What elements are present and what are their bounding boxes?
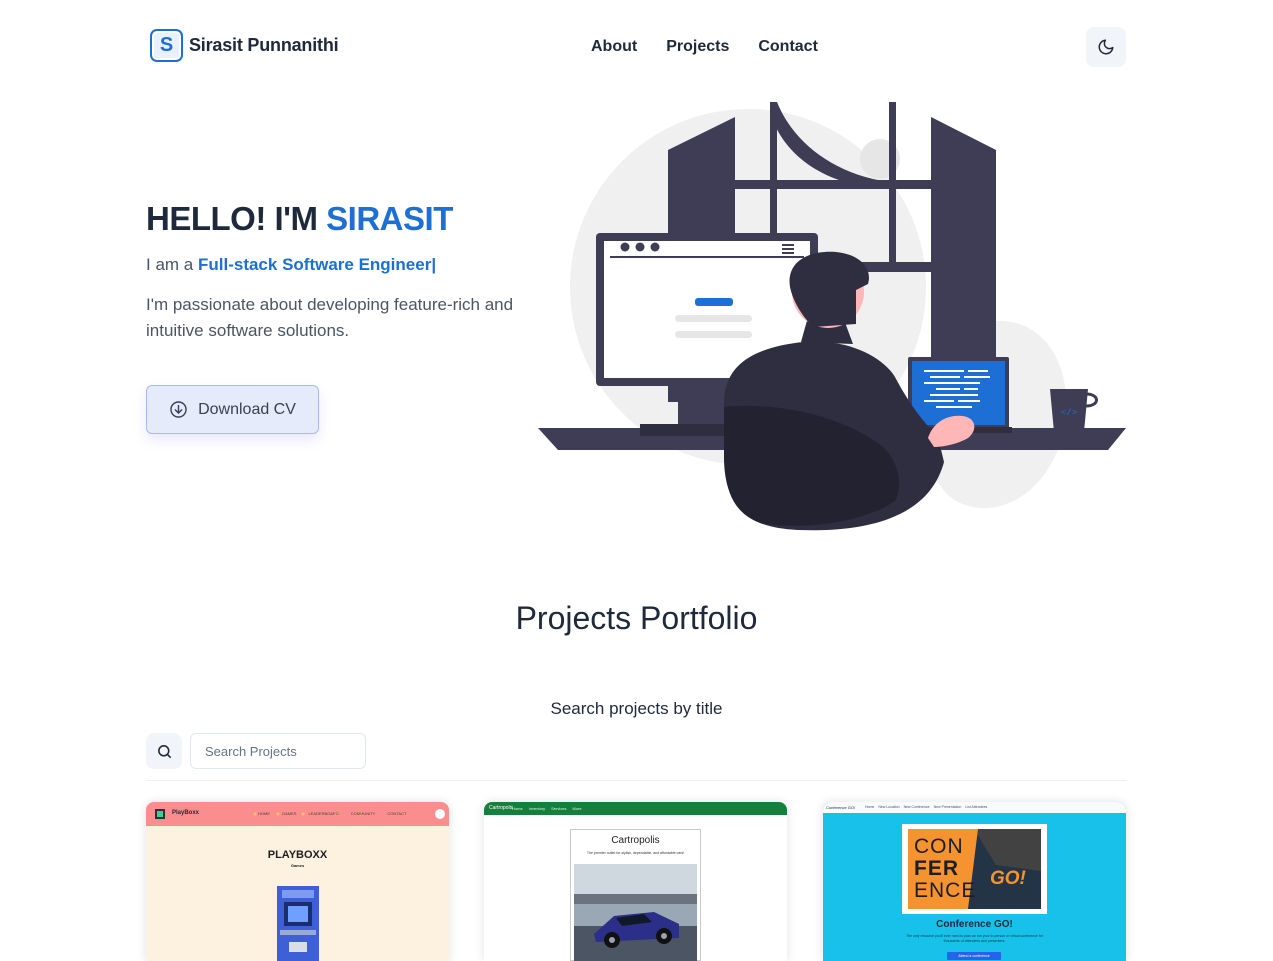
brand[interactable]: S Sirasit Punnanithi bbox=[150, 29, 339, 62]
search-icon bbox=[157, 744, 171, 758]
preview-nav-item: HOME bbox=[258, 811, 270, 816]
logo-line: CON bbox=[914, 835, 964, 858]
project-card-playboxx[interactable]: PlayBoxx HOME GAMES LEADERBOARD COMMUNIT… bbox=[146, 802, 449, 961]
logo-line: FER bbox=[914, 857, 959, 880]
hero-role-text: Full-stack Software Engineer| bbox=[197, 255, 437, 274]
preview-nav-item: More bbox=[572, 806, 582, 811]
preview-nav-item: Inventory bbox=[528, 806, 546, 811]
preview-nav-item: CONTACT bbox=[387, 811, 407, 816]
preview-nav-item: LEADERBOARD bbox=[308, 811, 339, 816]
download-circle-icon bbox=[170, 401, 187, 418]
preview-button: Attend a conference bbox=[947, 952, 1001, 960]
preview-nav-item: GAMES bbox=[282, 811, 297, 816]
preview-brand: PlayBoxx bbox=[172, 810, 200, 816]
preview-nav-item: List Attendees bbox=[965, 805, 988, 809]
nav-link-about[interactable]: About bbox=[591, 38, 637, 56]
preview-nav-item: COMMUNITY bbox=[350, 811, 376, 816]
brand-logo: S bbox=[150, 29, 183, 62]
preview-brand: Conference GO! bbox=[826, 805, 856, 810]
hero-role: I am a Full-stack Software Engineer| bbox=[146, 255, 436, 275]
search-button[interactable] bbox=[146, 733, 182, 769]
preview-subtitle: The premier outlet for stylish, dependab… bbox=[586, 851, 685, 855]
preview-subtitle: The only resource you'll ever need to pl… bbox=[906, 934, 1043, 943]
preview-nav-item: New Conference bbox=[903, 805, 930, 809]
preview-brand: Cartropolis bbox=[489, 805, 514, 811]
brand-name: Sirasit Punnanithi bbox=[189, 35, 339, 55]
logo-go: GO! bbox=[990, 868, 1026, 889]
preview-nav: Home Inventory Services More bbox=[512, 806, 582, 811]
project-card-cartropolis[interactable]: Cartropolis Home Inventory Services More… bbox=[484, 802, 787, 961]
hero-title: HELLO! I'M SIRASIT bbox=[146, 200, 453, 238]
preview-nav-item: New Location bbox=[878, 805, 900, 809]
project-preview-playboxx bbox=[146, 802, 449, 961]
download-cv-button[interactable]: Download CV bbox=[146, 385, 319, 434]
hero-role-prefix: I am a bbox=[146, 255, 194, 274]
search-projects-input[interactable] bbox=[190, 733, 366, 769]
preview-nav-item: Home bbox=[865, 805, 875, 809]
nav-links: About Projects Contact bbox=[591, 38, 818, 56]
download-cv-label: Download CV bbox=[198, 400, 296, 418]
preview-nav-item: Services bbox=[551, 806, 567, 811]
hero-greeting: HELLO! I'M bbox=[146, 200, 318, 237]
conference-logo-text: CON FER ENCE bbox=[914, 836, 976, 902]
preview-nav: HOME GAMES LEADERBOARD COMMUNITY CONTACT bbox=[258, 811, 406, 816]
projects-title: Projects Portfolio bbox=[515, 600, 758, 636]
section-divider bbox=[146, 780, 1127, 781]
nav-link-contact[interactable]: Contact bbox=[758, 38, 818, 56]
preview-nav: Home New Location New Conference New Pre… bbox=[865, 805, 987, 809]
svg-text:</>: </> bbox=[1061, 408, 1077, 418]
preview-nav-item: New Presentation bbox=[933, 805, 962, 809]
logo-line: ENCE bbox=[914, 879, 977, 902]
preview-title: Conference GO! bbox=[936, 919, 1013, 930]
top-nav: S Sirasit Punnanithi About Projects Cont… bbox=[0, 0, 1273, 96]
moon-icon bbox=[1098, 39, 1114, 55]
preview-nav-item: Home bbox=[512, 806, 523, 811]
preview-title: Cartropolis bbox=[611, 835, 660, 846]
preview-car-photo bbox=[574, 864, 697, 961]
search-caption: Search projects by title bbox=[550, 699, 723, 718]
preview-title: PLAYBOXX bbox=[267, 849, 328, 861]
nav-link-projects[interactable]: Projects bbox=[666, 38, 729, 56]
hero-description: I'm passionate about developing feature-… bbox=[146, 295, 514, 340]
theme-toggle-button[interactable] bbox=[1086, 27, 1126, 67]
project-card-conference-go[interactable]: Conference GO! Home New Location New Con… bbox=[823, 802, 1126, 961]
hero-name: SIRASIT bbox=[326, 200, 453, 237]
preview-subtitle: Games bbox=[290, 863, 305, 868]
developer-illustration: </> bbox=[538, 102, 1126, 531]
